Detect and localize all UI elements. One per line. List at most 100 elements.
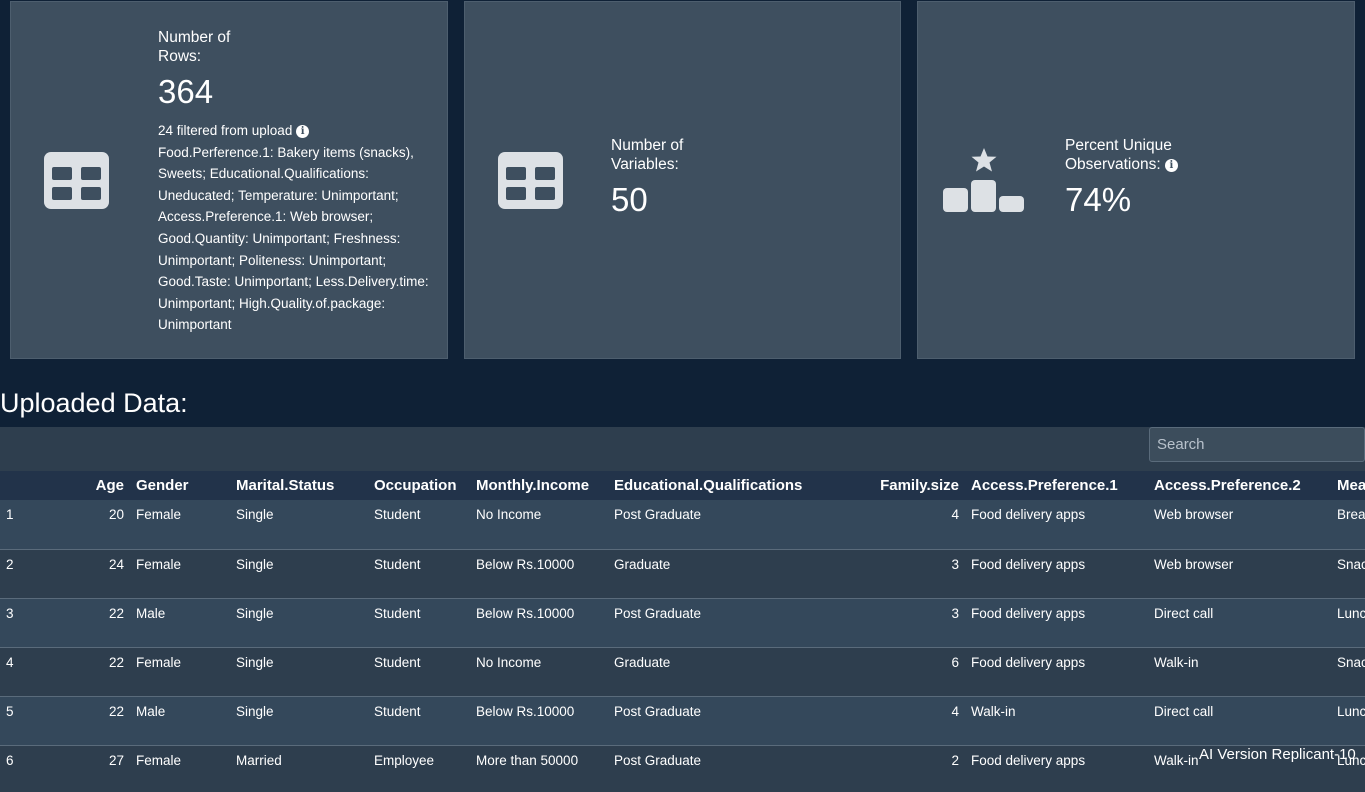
info-icon[interactable]: i [296, 125, 310, 138]
cell: Student [368, 646, 470, 696]
cell: Male [130, 597, 230, 647]
cell: 3 [0, 597, 60, 647]
cell: 1 [6, 507, 14, 522]
col-header-age[interactable]: Age [60, 471, 130, 500]
cell: 24 [60, 548, 130, 598]
cell: Employee [368, 744, 470, 792]
table-row[interactable]: 1 20 Female Single Student No Income Pos… [0, 500, 1365, 549]
variables-card: Number of Variables: 50 [464, 1, 901, 359]
cell: Direct call [1148, 597, 1331, 647]
cell: 3 [808, 597, 965, 647]
col-header-index[interactable] [0, 471, 60, 500]
podium-icon [943, 147, 1025, 220]
cell: Male [130, 695, 230, 745]
cell: 2 [808, 744, 965, 792]
cell: Graduate [608, 646, 808, 696]
cell: Single [230, 646, 368, 696]
cell: Single [230, 695, 368, 745]
cell: Below Rs.10000 [470, 695, 608, 745]
col-header-access-preference-2[interactable]: Access.Preference.2 [1148, 471, 1331, 500]
col-header-family-size[interactable]: Family.size [808, 471, 965, 500]
unique-label: Percent Unique Observations: [1065, 137, 1172, 173]
rows-value: 364 [158, 73, 214, 110]
col-header-occupation[interactable]: Occupation [368, 471, 470, 500]
cell: Food delivery apps [965, 548, 1148, 598]
cell: Food delivery apps [965, 646, 1148, 696]
version-watermark: AI Version Replicant-10 [1199, 746, 1356, 763]
cell: Walk-in [1148, 646, 1331, 696]
table-row[interactable]: 6 27 Female Married Employee More than 5… [0, 744, 1365, 792]
unique-card: Percent Unique Observations: i 74% [917, 1, 1355, 359]
cell: Snac [1331, 646, 1365, 696]
col-header-marital-status[interactable]: Marital.Status [230, 471, 368, 500]
col-header-meal[interactable]: Mea [1331, 471, 1365, 500]
cell: 22 [60, 646, 130, 696]
filter-note: 24 filtered from upload [158, 123, 293, 138]
variables-value: 50 [611, 181, 648, 218]
cell: Single [236, 507, 274, 522]
data-table: Age Gender Marital.Status Occupation Mon… [0, 471, 1365, 792]
cell: Single [230, 597, 368, 647]
cell: Female [136, 507, 182, 522]
cell: Food delivery apps [965, 744, 1148, 792]
cell: No Income [470, 646, 608, 696]
cell: Direct call [1148, 695, 1331, 745]
cell: 3 [808, 548, 965, 598]
cell: 2 [0, 548, 60, 598]
rows-card: Number of Rows: 364 24 filtered from upl… [10, 1, 448, 359]
cell: Web browser [1148, 548, 1331, 598]
cell: 27 [60, 744, 130, 792]
rows-label: Number of Rows: [158, 29, 231, 65]
cell: Student [368, 548, 470, 598]
cell: Below Rs.10000 [470, 597, 608, 647]
table-icon [498, 152, 563, 214]
cell: Snac [1331, 548, 1365, 598]
cell: 5 [0, 695, 60, 745]
cell: Student [368, 597, 470, 647]
cell: Food delivery apps [971, 507, 1086, 522]
table-row[interactable]: 5 22 Male Single Student Below Rs.10000 … [0, 695, 1365, 745]
data-table-panel: Age Gender Marital.Status Occupation Mon… [0, 427, 1365, 792]
cell: Lunc [1331, 597, 1365, 647]
col-header-educational-qualifications[interactable]: Educational.Qualifications [608, 471, 808, 500]
cell: Student [374, 507, 421, 522]
cell: Married [230, 744, 368, 792]
cell: Post Graduate [608, 695, 808, 745]
unique-value: 74% [1065, 181, 1132, 218]
cell: Walk-in [965, 695, 1148, 745]
cell: 4 [808, 695, 965, 745]
cell: Web browser [1154, 507, 1234, 522]
cell: 6 [0, 744, 60, 792]
table-icon [44, 152, 109, 214]
cell: More than 50000 [470, 744, 608, 792]
cell: 22 [60, 597, 130, 647]
table-header-row: Age Gender Marital.Status Occupation Mon… [0, 471, 1365, 500]
cell: 4 [0, 646, 60, 696]
cell: Post Graduate [608, 744, 808, 792]
col-header-monthly-income[interactable]: Monthly.Income [470, 471, 608, 500]
cell: 4 [951, 507, 959, 522]
cell: Brea [1337, 507, 1365, 522]
section-title: Uploaded Data: [0, 388, 188, 418]
cell: No Income [476, 507, 542, 522]
table-row[interactable]: 4 22 Female Single Student No Income Gra… [0, 646, 1365, 696]
search-input[interactable] [1149, 427, 1365, 462]
cell: 20 [108, 507, 124, 522]
cell: 22 [60, 695, 130, 745]
table-row[interactable]: 2 24 Female Single Student Below Rs.1000… [0, 548, 1365, 598]
cell: Post Graduate [608, 597, 808, 647]
cell: Single [230, 548, 368, 598]
table-row[interactable]: 3 22 Male Single Student Below Rs.10000 … [0, 597, 1365, 647]
cell: Lunc [1331, 695, 1365, 745]
cell: Food delivery apps [965, 597, 1148, 647]
cell: Post Graduate [614, 507, 702, 522]
col-header-access-preference-1[interactable]: Access.Preference.1 [965, 471, 1148, 500]
cell: Student [368, 695, 470, 745]
cell: Female [130, 744, 230, 792]
cell: Graduate [608, 548, 808, 598]
variables-label: Number of Variables: [611, 137, 684, 173]
filter-detail: Food.Perference.1: Bakery items (snacks)… [158, 144, 429, 333]
info-icon[interactable]: i [1164, 159, 1178, 172]
cell: 6 [808, 646, 965, 696]
col-header-gender[interactable]: Gender [130, 471, 230, 500]
